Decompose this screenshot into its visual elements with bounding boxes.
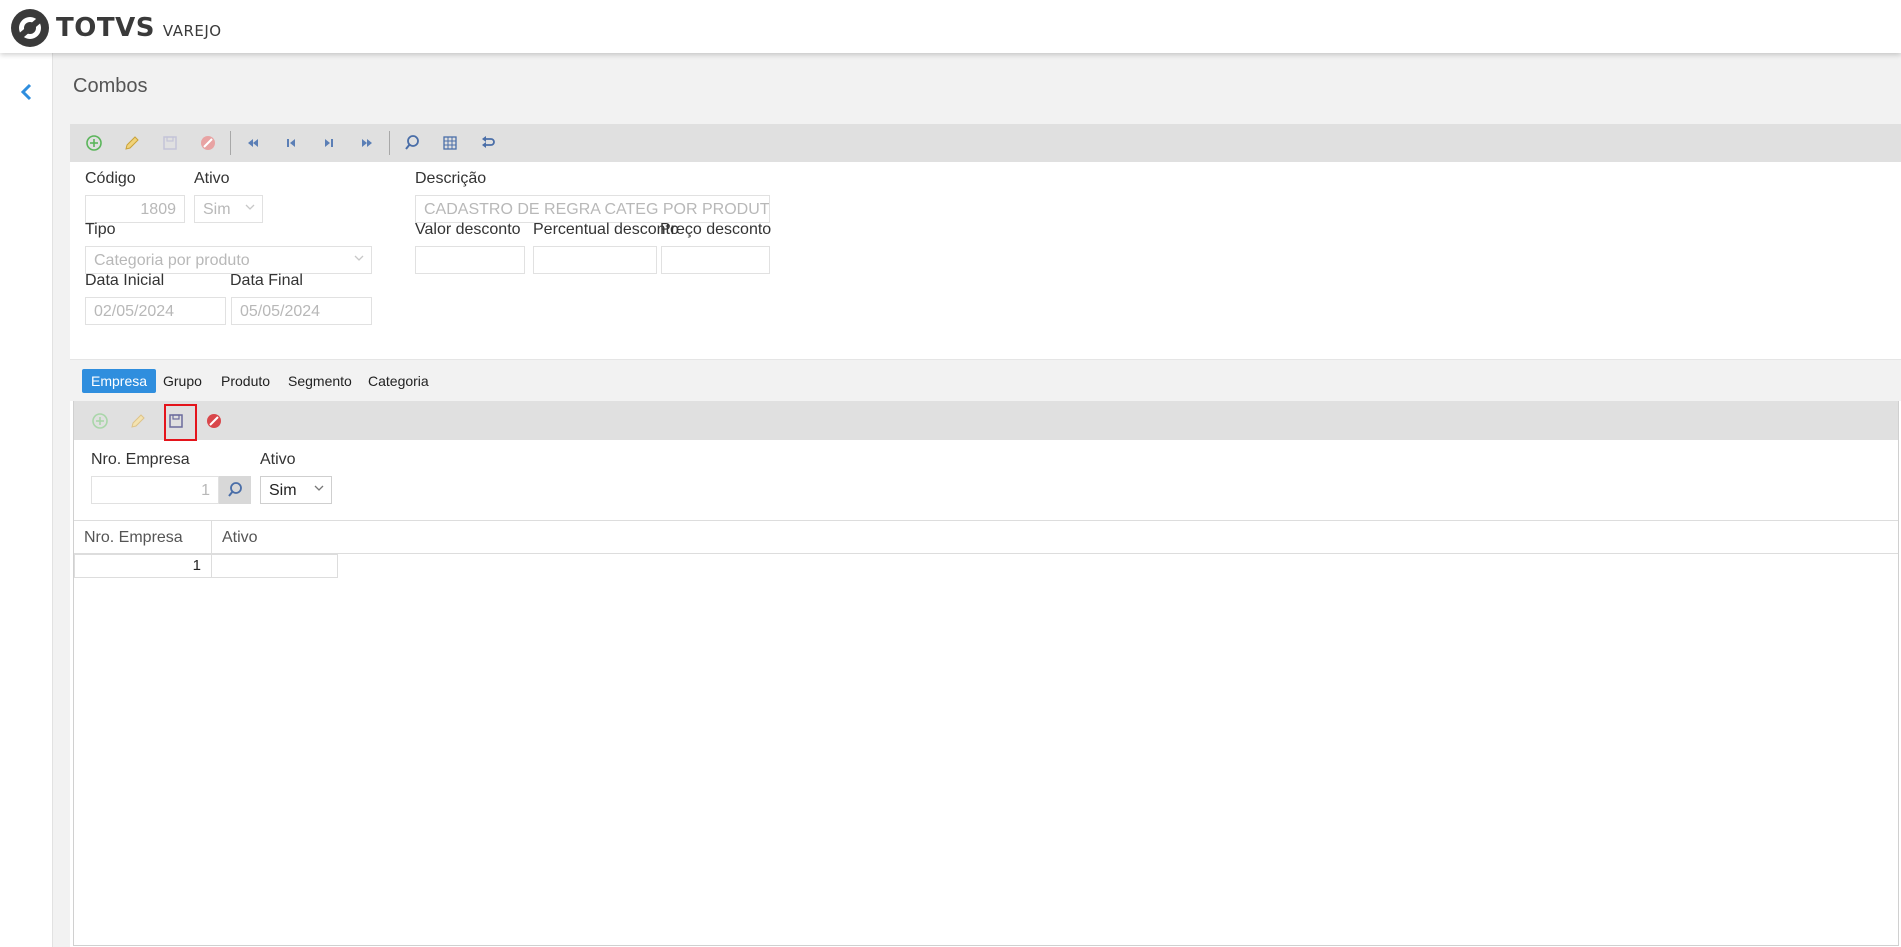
- save-button[interactable]: [151, 124, 189, 162]
- empresa-add-button[interactable]: [81, 401, 119, 440]
- main-content: Combos Código 1809 Ativo Sim Descrição C…: [53, 53, 1901, 947]
- search-icon: [405, 135, 419, 150]
- main-toolbar: [70, 124, 1901, 162]
- totvs-logo-icon: [11, 9, 49, 47]
- top-bar: TOTVS VAREJO: [0, 0, 1901, 53]
- preco-desconto-field[interactable]: [661, 246, 770, 274]
- ativo-select[interactable]: Sim: [194, 195, 263, 223]
- toolbar-separator: [389, 131, 390, 155]
- empresa-cancel-button[interactable]: [195, 401, 233, 440]
- detail-tabs: Empresa Grupo Produto Segmento Categoria: [70, 359, 1901, 401]
- undo-icon: [482, 136, 495, 148]
- tab-empresa[interactable]: Empresa: [82, 369, 157, 393]
- descricao-label: Descrição: [415, 170, 487, 187]
- page-title: Combos: [73, 75, 148, 97]
- codigo-field[interactable]: 1809: [85, 195, 185, 223]
- nro-empresa-label: Nro. Empresa: [91, 451, 190, 468]
- column-header-nro-empresa[interactable]: Nro. Empresa: [74, 521, 211, 554]
- cell-nro-empresa: 1: [74, 554, 212, 578]
- first-icon: [248, 139, 258, 147]
- empresa-edit-button[interactable]: [119, 401, 157, 440]
- cancel-icon: [207, 413, 221, 428]
- valor-desconto-field[interactable]: [415, 246, 525, 274]
- add-button[interactable]: [75, 124, 113, 162]
- grid-icon: [443, 136, 457, 150]
- data-inicial-label: Data Inicial: [85, 272, 165, 289]
- empresa-ativo-label: Ativo: [260, 451, 296, 468]
- undo-button[interactable]: [469, 124, 507, 162]
- grid-view-button[interactable]: [431, 124, 469, 162]
- tab-categoria[interactable]: Categoria: [359, 369, 438, 393]
- ativo-select-value: Sim: [203, 201, 231, 218]
- search-button[interactable]: [393, 124, 431, 162]
- tipo-select-value: Categoria por produto: [94, 252, 250, 269]
- cell-ativo: [211, 554, 338, 578]
- save-icon: [169, 413, 183, 428]
- data-final-label: Data Final: [230, 272, 303, 289]
- data-final-field[interactable]: 05/05/2024: [231, 297, 372, 325]
- tab-grupo[interactable]: Grupo: [154, 369, 211, 393]
- empresa-ativo-select[interactable]: Sim: [260, 476, 332, 504]
- next-record-button[interactable]: [310, 124, 348, 162]
- totvs-logo[interactable]: TOTVS VAREJO: [10, 8, 222, 48]
- edit-icon: [131, 413, 145, 428]
- brand-name: TOTVS: [56, 13, 155, 43]
- nro-empresa-search-button[interactable]: [219, 476, 251, 504]
- descricao-field[interactable]: CADASTRO DE REGRA CATEG POR PRODUTO: [415, 195, 770, 223]
- tipo-select[interactable]: Categoria por produto: [85, 246, 372, 274]
- next-icon: [325, 139, 333, 147]
- tab-produto[interactable]: Produto: [212, 369, 279, 393]
- grid-header: Nro. Empresa Ativo: [74, 520, 1898, 554]
- percentual-desconto-field[interactable]: [533, 246, 657, 274]
- add-icon: [92, 412, 108, 429]
- data-inicial-field[interactable]: 02/05/2024: [85, 297, 226, 325]
- valor-desconto-label: Valor desconto: [415, 221, 521, 238]
- sidebar: [0, 53, 53, 947]
- tab-segmento[interactable]: Segmento: [279, 369, 361, 393]
- tipo-label: Tipo: [85, 221, 116, 238]
- last-icon: [362, 139, 372, 147]
- edit-button[interactable]: [113, 124, 151, 162]
- edit-icon: [125, 136, 139, 150]
- save-icon: [163, 136, 177, 150]
- product-name: VAREJO: [162, 22, 222, 40]
- first-record-button[interactable]: [234, 124, 272, 162]
- last-record-button[interactable]: [348, 124, 386, 162]
- ativo-label: Ativo: [194, 170, 230, 187]
- codigo-label: Código: [85, 170, 136, 187]
- empresa-save-button[interactable]: [157, 401, 197, 441]
- previous-icon: [287, 139, 295, 147]
- toolbar-separator: [230, 131, 231, 155]
- chevron-down-icon: [354, 255, 364, 261]
- nro-empresa-field[interactable]: 1: [91, 476, 219, 504]
- previous-record-button[interactable]: [272, 124, 310, 162]
- cancel-button[interactable]: [189, 124, 227, 162]
- add-icon: [86, 135, 102, 151]
- empresa-ativo-select-value: Sim: [269, 482, 297, 499]
- chevron-down-icon: [314, 485, 324, 491]
- percentual-desconto-label: Percentual desconto: [533, 221, 679, 238]
- empresa-tab-panel: Nro. Empresa 1 Ativo Sim Nro. Empresa At…: [73, 401, 1899, 946]
- cancel-icon: [201, 136, 215, 150]
- empresa-toolbar: [74, 401, 1898, 441]
- search-icon: [228, 482, 242, 497]
- column-header-ativo[interactable]: Ativo: [212, 521, 512, 554]
- chevron-down-icon: [245, 204, 255, 210]
- preco-desconto-label: Preço desconto: [660, 221, 772, 238]
- chevron-left-icon[interactable]: [16, 81, 38, 103]
- form-panel: Código 1809 Ativo Sim Descrição CADASTRO…: [70, 124, 1901, 947]
